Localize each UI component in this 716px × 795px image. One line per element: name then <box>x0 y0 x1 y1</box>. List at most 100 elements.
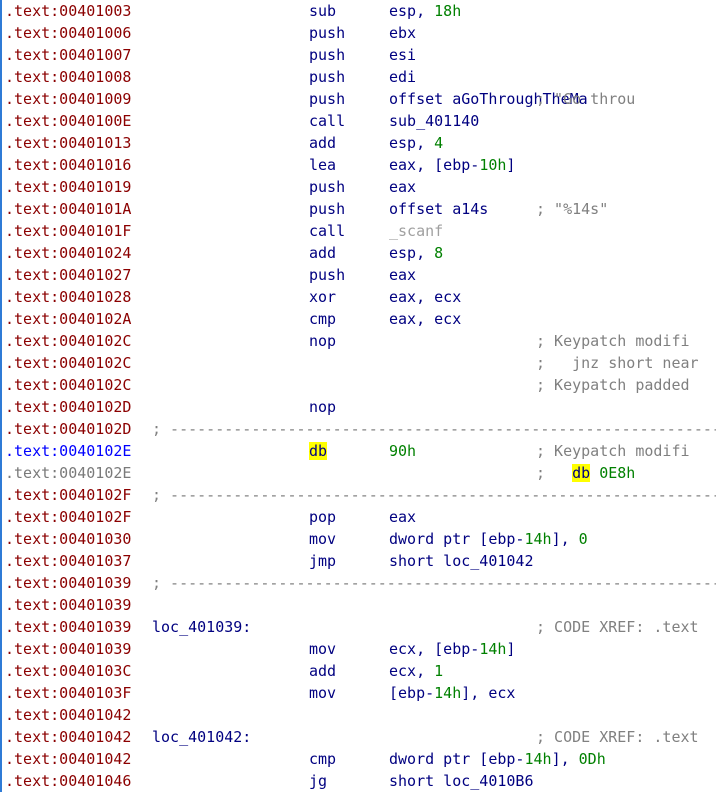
listing-line[interactable]: .text:00401019 push eax <box>0 176 716 198</box>
address: .text:00401006 <box>5 24 132 42</box>
token: 8 <box>434 244 444 262</box>
listing-line[interactable]: .text:00401030 mov dword ptr [ebp-14h], 0 <box>0 528 716 550</box>
token: ], <box>551 750 579 768</box>
token: 0Dh <box>578 750 606 768</box>
listing-line[interactable]: .text:00401009 push offset aGoThroughTheMa… <box>0 88 716 110</box>
listing-line[interactable]: .text:00401039 <box>0 594 716 616</box>
listing-line[interactable]: .text:00401024 add esp, 8 <box>0 242 716 264</box>
operand: offset a14s <box>389 198 488 220</box>
address: .text:00401030 <box>5 530 132 548</box>
listing-line[interactable]: .text:00401007 push esi <box>0 44 716 66</box>
listing-line[interactable]: .text:0040102E db 90h ; Keypatch modifi <box>0 440 716 462</box>
token: eax <box>389 178 417 196</box>
mnemonic: push <box>309 178 346 196</box>
operand: esp, 18h <box>389 0 461 22</box>
listing-line[interactable]: .text:0040102D ; ------------------------… <box>0 418 716 440</box>
separator: ; --------------------------------------… <box>152 486 716 504</box>
listing-line[interactable]: .text:00401008 push edi <box>0 66 716 88</box>
listing-line[interactable]: .text:00401039 mov ecx, [ebp-14h] <box>0 638 716 660</box>
disassembly-listing[interactable]: .text:00401003 sub esp, 18h .text:00401006 p… <box>0 0 716 795</box>
listing-line[interactable]: .text:00401006 push ebx <box>0 22 716 44</box>
token: 90h <box>389 442 417 460</box>
listing-line[interactable]: .text:00401039 ; ------------------------… <box>0 572 716 594</box>
address: .text:00401042 <box>5 750 132 768</box>
mnemonic: jg <box>309 772 328 790</box>
address: .text:00401007 <box>5 46 132 64</box>
comment: ; "%14s" <box>536 200 609 218</box>
operand: [ebp-14h], ecx <box>389 682 515 704</box>
mnemonic: mov <box>309 640 337 658</box>
listing-line[interactable]: .text:00401037 jmp short loc_401042 <box>0 550 716 572</box>
listing-line[interactable]: .text:0040103F mov [ebp-14h], ecx <box>0 682 716 704</box>
listing-line[interactable]: .text:0040102C nop ; Keypatch modifi <box>0 330 716 352</box>
mnemonic: push <box>309 24 346 42</box>
mnemonic: mov <box>309 684 337 702</box>
listing-line[interactable]: .text:0040101F call _scanf <box>0 220 716 242</box>
listing-line[interactable]: .text:0040100E call sub_401140 <box>0 110 716 132</box>
token: db <box>309 442 328 460</box>
code-label[interactable]: loc_401042: <box>152 726 251 748</box>
comment: ; CODE XREF: .text <box>536 618 699 636</box>
listing-line[interactable]: .text:0040101A push offset a14s ; "%14s" <box>0 198 716 220</box>
listing-line[interactable]: .text:00401016 lea eax, [ebp-10h] <box>0 154 716 176</box>
address: .text:00401008 <box>5 68 132 86</box>
listing-line[interactable]: .text:00401042 loc_401042: ; CODE XREF: .t… <box>0 726 716 748</box>
mnemonic: sub <box>309 2 337 20</box>
operand: eax <box>389 506 416 528</box>
mnemonic: nop <box>309 398 337 416</box>
listing-line[interactable]: .text:0040102C ; jnz short near <box>0 352 716 374</box>
token: 14h <box>524 530 552 548</box>
token: db <box>572 464 591 482</box>
operand: 90h <box>389 440 416 462</box>
listing-line[interactable]: .text:0040102F pop eax <box>0 506 716 528</box>
token: 14h <box>524 750 552 768</box>
mnemonic: cmp <box>309 310 337 328</box>
listing-line[interactable]: .text:00401042 cmp dword ptr [ebp-14h], 0D… <box>0 748 716 770</box>
address: .text:00401039 <box>5 640 132 658</box>
address: .text:0040102C <box>5 354 132 372</box>
listing-line[interactable]: .text:0040102F ; ------------------------… <box>0 484 716 506</box>
listing-line[interactable]: .text:00401028 xor eax, ecx <box>0 286 716 308</box>
address: .text:0040102F <box>5 486 132 504</box>
comment: ; Keypatch padded <box>536 374 690 396</box>
token: 1 <box>434 662 444 680</box>
token: 10h <box>479 156 507 174</box>
token: ; Keypatch modifi <box>536 442 690 460</box>
address: .text:00401039 <box>5 574 132 592</box>
comment: ; Keypatch modifi <box>536 330 690 352</box>
listing-line[interactable]: .text:00401042 <box>0 704 716 726</box>
listing-line[interactable]: .text:00401003 sub esp, 18h <box>0 0 716 22</box>
token: _scanf <box>389 222 444 240</box>
operand: esp, 8 <box>389 242 443 264</box>
token: eax, [ebp- <box>389 156 480 174</box>
listing-line[interactable]: .text:0040102C ; Keypatch padded <box>0 374 716 396</box>
listing-line[interactable]: .text:00401013 add esp, 4 <box>0 132 716 154</box>
listing-line[interactable]: .text:0040102D nop <box>0 396 716 418</box>
token: ; Keypatch modifi <box>536 332 690 350</box>
listing-line[interactable]: .text:00401039 loc_401039: ; CODE XREF: .t… <box>0 616 716 638</box>
code-label[interactable]: loc_401039: <box>152 616 251 638</box>
token: dword ptr [ebp- <box>389 750 525 768</box>
listing-line[interactable]: .text:00401046 jg short loc_4010B6 <box>0 770 716 792</box>
address: .text:0040101F <box>5 222 132 240</box>
comment: ; "Go throu <box>536 90 636 108</box>
address: .text:00401042 <box>5 728 132 746</box>
listing-line[interactable]: .text:0040102A cmp eax, ecx <box>0 308 716 330</box>
address: .text:0040102E <box>5 442 132 460</box>
address: .text:0040102E <box>5 464 132 482</box>
operand: eax, [ebp-10h] <box>389 154 515 176</box>
mnemonic: call <box>309 112 346 130</box>
operand: edi <box>389 66 416 88</box>
mnemonic: push <box>309 90 346 108</box>
address: .text:00401042 <box>5 706 132 724</box>
operand: esi <box>389 44 416 66</box>
listing-line[interactable]: .text:0040102E; db 0E8h <box>0 462 716 484</box>
operand: dword ptr [ebp-14h], 0Dh <box>389 748 606 770</box>
token: offset a14s <box>389 200 489 218</box>
operand: ebx <box>389 22 416 44</box>
listing-line[interactable]: .text:0040103C add ecx, 1 <box>0 660 716 682</box>
mnemonic: add <box>309 662 337 680</box>
address: .text:00401009 <box>5 90 132 108</box>
address: .text:00401016 <box>5 156 132 174</box>
listing-line[interactable]: .text:00401027 push eax <box>0 264 716 286</box>
